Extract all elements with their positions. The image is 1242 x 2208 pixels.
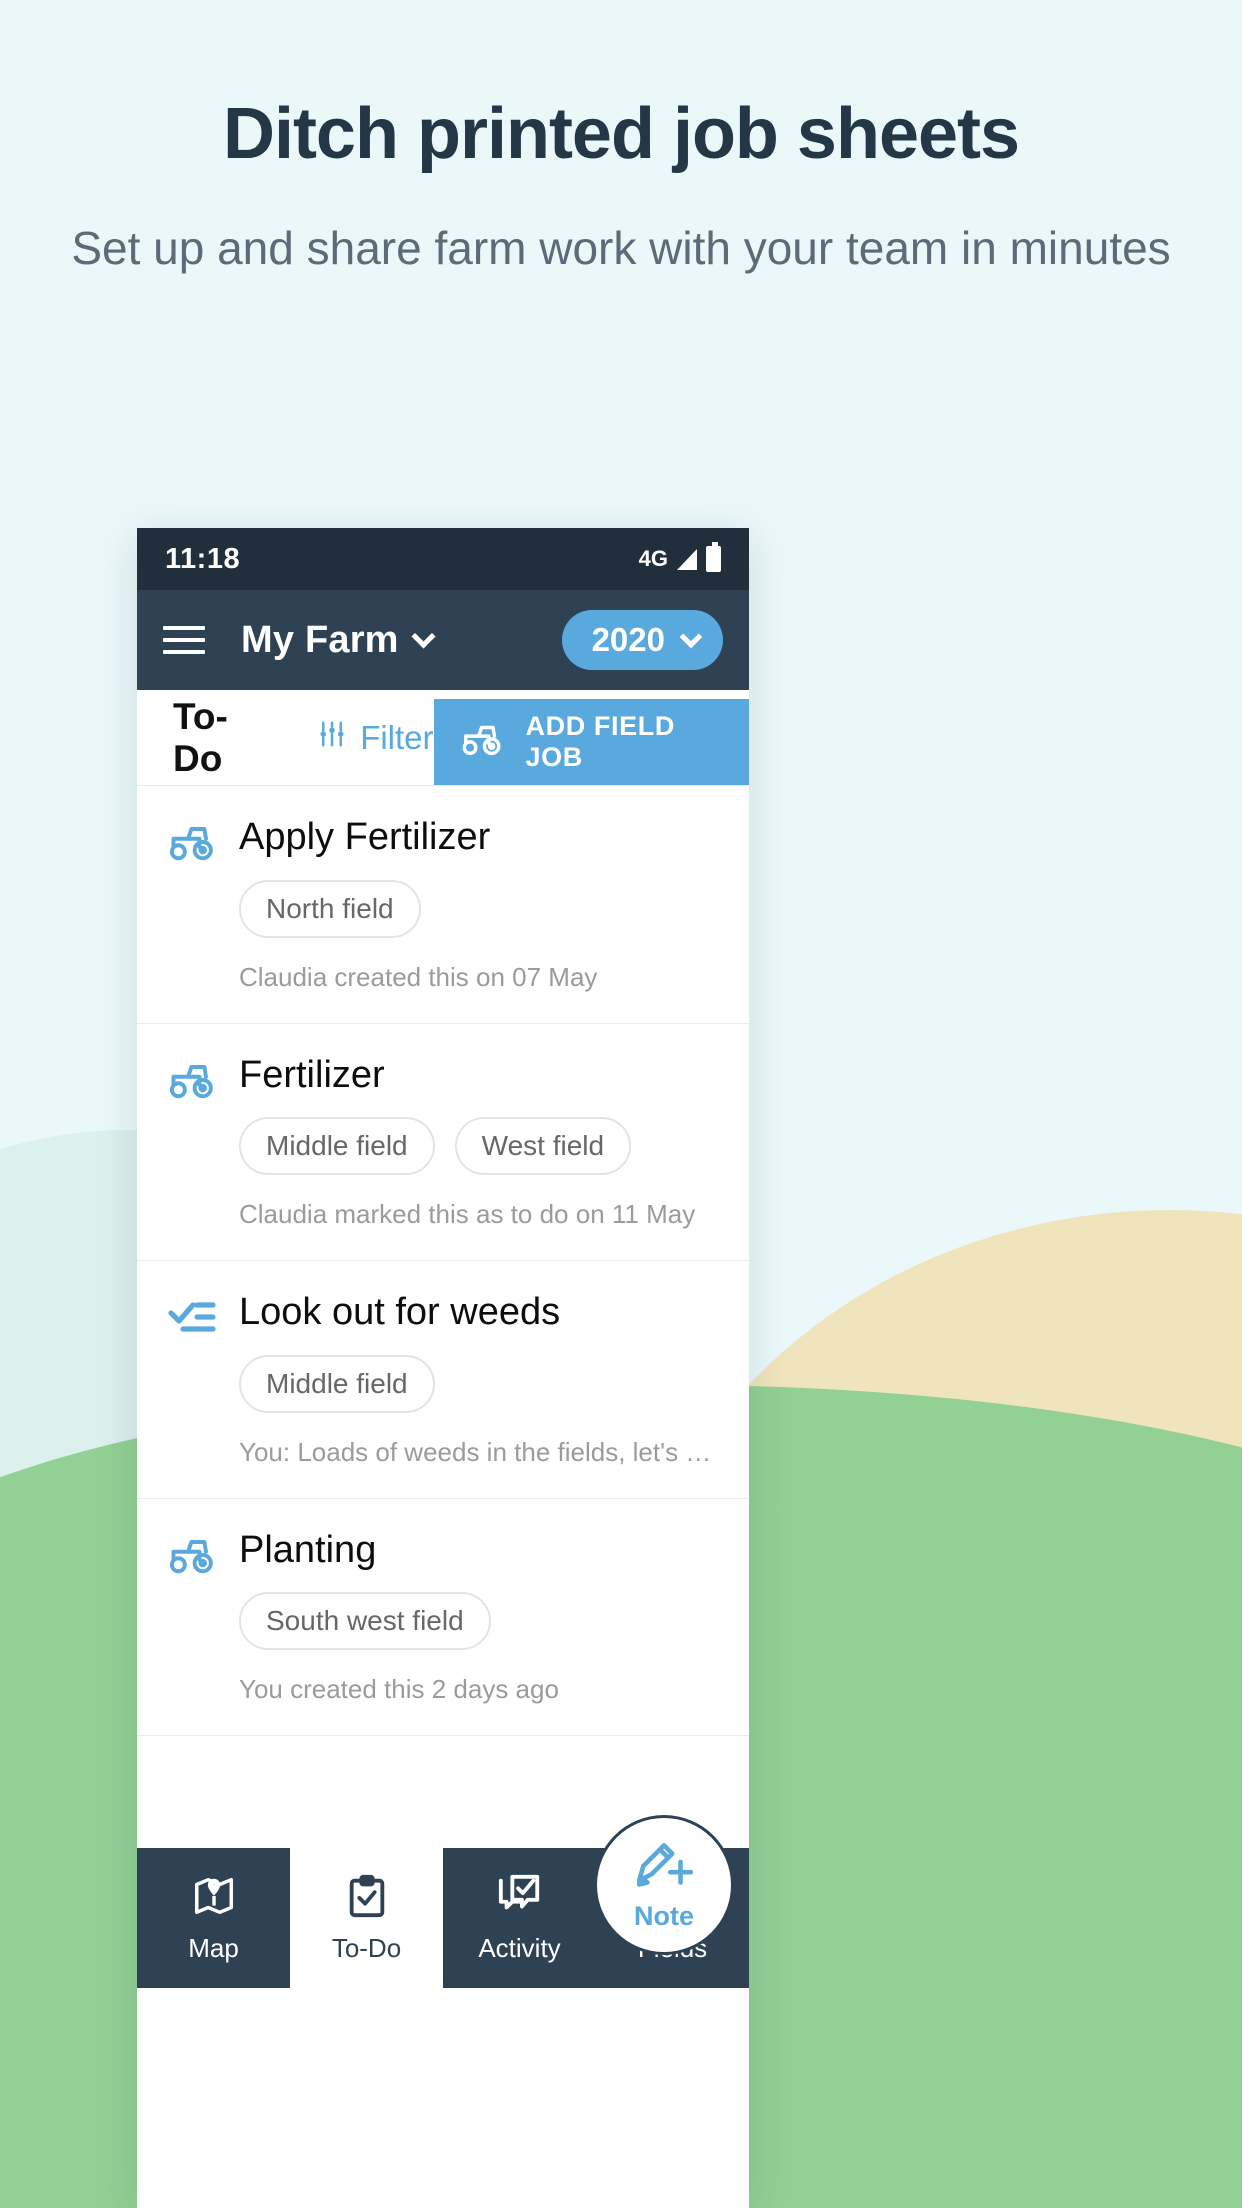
job-field-chips: Middle field West field xyxy=(239,1117,721,1176)
job-title: Look out for weeds xyxy=(239,1291,561,1334)
checklist-icon xyxy=(167,1291,239,1468)
nav-label: Map xyxy=(188,1932,239,1963)
list-toolbar: To-Do Filter ADD FIELD JOB xyxy=(137,690,749,786)
map-pin-icon xyxy=(191,1873,237,1924)
field-chip[interactable]: West field xyxy=(454,1117,632,1176)
job-field-chips: North field xyxy=(239,879,721,938)
job-content: Look out for weeds Middle field You: Loa… xyxy=(239,1291,721,1468)
page-root: Ditch printed job sheets Set up and shar… xyxy=(0,0,1242,2208)
chat-check-icon xyxy=(497,1873,543,1924)
status-time: 11:18 xyxy=(165,542,241,575)
page-title: Ditch printed job sheets xyxy=(222,94,1020,174)
job-meta: Claudia created this on 07 May xyxy=(239,961,598,992)
job-list-item[interactable]: Planting South west field You created th… xyxy=(137,1499,749,1737)
field-chip[interactable]: Middle field xyxy=(239,1117,435,1176)
nav-label: Activity xyxy=(478,1932,561,1963)
tractor-icon xyxy=(167,1054,239,1231)
field-chip[interactable]: South west field xyxy=(239,1592,491,1651)
job-list-item[interactable]: Apply Fertilizer North field Claudia cre… xyxy=(137,786,749,1024)
hero-section: Ditch printed job sheets Set up and shar… xyxy=(0,0,1242,279)
job-meta: Claudia marked this as to do on 11 May xyxy=(239,1199,696,1230)
page-subtitle: Set up and share farm work with your tea… xyxy=(71,222,1171,275)
app-bar: My Farm 2020 xyxy=(137,590,749,690)
job-field-chips: Middle field xyxy=(239,1354,721,1413)
chevron-down-icon[interactable] xyxy=(411,624,436,649)
status-bar: 11:18 4G xyxy=(137,528,749,590)
tractor-icon xyxy=(460,721,526,764)
add-field-job-label: ADD FIELD JOB xyxy=(525,711,675,772)
farm-name-label[interactable]: My Farm xyxy=(241,619,399,662)
job-content: Planting South west field You created th… xyxy=(239,1529,721,1706)
nav-item-map[interactable]: Map xyxy=(137,1848,290,1988)
add-field-job-button[interactable]: ADD FIELD JOB xyxy=(433,699,749,785)
filter-label: Filter xyxy=(360,718,434,756)
job-content: Apply Fertilizer North field Claudia cre… xyxy=(239,816,721,993)
year-selector[interactable]: 2020 xyxy=(561,610,723,670)
pencil-plus-icon xyxy=(633,1838,695,1899)
job-title: Apply Fertilizer xyxy=(239,816,491,858)
job-meta: You created this 2 days ago xyxy=(239,1674,559,1705)
network-type-label: 4G xyxy=(638,546,668,571)
year-label: 2020 xyxy=(591,621,665,658)
clipboard-check-icon xyxy=(344,1873,390,1924)
tractor-icon xyxy=(167,816,239,993)
nav-item-todo[interactable]: To-Do xyxy=(290,1848,443,1989)
field-chip[interactable]: Middle field xyxy=(239,1354,435,1413)
job-title: Planting xyxy=(239,1528,377,1571)
bottom-navigation: Map To-Do Activity Note xyxy=(137,1818,749,1989)
nav-item-activity[interactable]: Activity xyxy=(443,1848,596,1988)
add-note-fab[interactable]: Note xyxy=(597,1818,731,1953)
job-list-item[interactable]: Fertilizer Middle field West field Claud… xyxy=(137,1024,749,1262)
job-list: Apply Fertilizer North field Claudia cre… xyxy=(137,786,749,1849)
fab-label: Note xyxy=(634,1901,694,1932)
battery-icon xyxy=(706,542,721,572)
field-chip[interactable]: North field xyxy=(239,879,421,938)
filter-button[interactable]: Filter xyxy=(317,718,434,757)
job-list-item[interactable]: Look out for weeds Middle field You: Loa… xyxy=(137,1261,749,1499)
phone-mockup: 11:18 4G My Farm 2020 To-Do Filter ADD F… xyxy=(137,528,749,2208)
filter-sliders-icon xyxy=(317,719,360,757)
hamburger-menu-icon[interactable] xyxy=(163,626,205,654)
job-meta: You: Loads of weeds in the fields, let's… xyxy=(239,1436,721,1467)
nav-label: To-Do xyxy=(331,1932,402,1963)
chevron-down-icon xyxy=(679,625,703,649)
tractor-icon xyxy=(167,1529,239,1706)
job-field-chips: South west field xyxy=(239,1592,721,1651)
status-indicators: 4G xyxy=(638,542,721,572)
job-content: Fertilizer Middle field West field Claud… xyxy=(239,1054,721,1231)
signal-bars-icon xyxy=(677,548,697,570)
job-title: Fertilizer xyxy=(239,1053,385,1096)
toolbar-title: To-Do xyxy=(173,695,228,779)
